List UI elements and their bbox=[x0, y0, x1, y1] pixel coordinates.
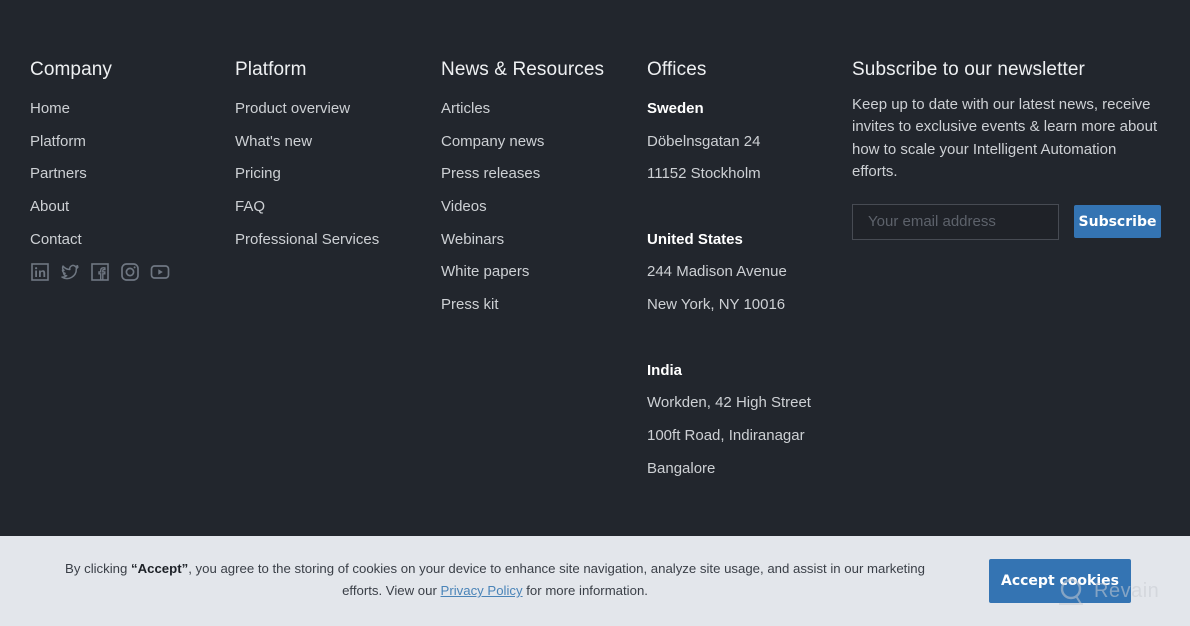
footer-link-home[interactable]: Home bbox=[30, 93, 170, 126]
office-address-line: New York, NY 10016 bbox=[647, 296, 786, 314]
platform-links: Product overview What's new Pricing FAQ … bbox=[235, 93, 379, 256]
office-country: India bbox=[647, 361, 683, 379]
youtube-icon[interactable] bbox=[150, 262, 170, 282]
cookie-text-suffix: for more information. bbox=[522, 583, 648, 598]
office-list: Sweden Döbelnsgatan 24 11152 Stockholm U… bbox=[647, 93, 811, 485]
footer-link-contact[interactable]: Contact bbox=[30, 224, 170, 257]
office-address-line: 11152 Stockholm bbox=[647, 165, 761, 183]
footer-link-press-kit[interactable]: Press kit bbox=[441, 289, 604, 322]
office-india: India Workden, 42 High Street 100ft Road… bbox=[647, 355, 811, 486]
site-footer: Company Home Platform Partners About Con… bbox=[0, 0, 1190, 536]
cookie-text-prefix: By clicking bbox=[65, 561, 132, 576]
newsletter-form: Subscribe bbox=[852, 203, 1162, 240]
footer-column-company: Company Home Platform Partners About Con… bbox=[30, 58, 170, 282]
facebook-icon[interactable] bbox=[90, 262, 110, 282]
footer-link-about[interactable]: About bbox=[30, 191, 170, 224]
newsletter-heading: Subscribe to our newsletter bbox=[852, 59, 1085, 80]
footer-link-product-overview[interactable]: Product overview bbox=[235, 93, 379, 126]
footer-link-pricing[interactable]: Pricing bbox=[235, 158, 379, 191]
column-heading: News & Resources bbox=[441, 59, 605, 80]
accept-cookies-button[interactable]: Accept cookies bbox=[989, 559, 1131, 603]
privacy-policy-link[interactable]: Privacy Policy bbox=[441, 583, 523, 598]
office-address-line: 100ft Road, Indiranagar bbox=[647, 426, 805, 444]
footer-link-company-news[interactable]: Company news bbox=[441, 126, 604, 159]
footer-column-platform: Platform Product overview What's new Pri… bbox=[235, 58, 379, 256]
footer-link-press-releases[interactable]: Press releases bbox=[441, 158, 604, 191]
news-links: Articles Company news Press releases Vid… bbox=[441, 93, 604, 322]
column-heading: Offices bbox=[647, 59, 707, 80]
cookie-banner: By clicking “Accept”, you agree to the s… bbox=[0, 536, 1190, 626]
office-united-states: United States 244 Madison Avenue New Yor… bbox=[647, 224, 811, 322]
instagram-icon[interactable] bbox=[120, 262, 140, 282]
linkedin-icon[interactable] bbox=[30, 262, 50, 282]
footer-link-white-papers[interactable]: White papers bbox=[441, 256, 604, 289]
footer-link-whats-new[interactable]: What's new bbox=[235, 126, 379, 159]
social-links bbox=[30, 262, 170, 282]
newsletter-description: Keep up to date with our latest news, re… bbox=[852, 96, 1158, 181]
company-links: Home Platform Partners About Contact bbox=[30, 93, 170, 256]
footer-link-platform[interactable]: Platform bbox=[30, 126, 170, 159]
office-country: Sweden bbox=[647, 100, 704, 117]
footer-column-offices: Offices Sweden Döbelnsgatan 24 11152 Sto… bbox=[647, 58, 811, 518]
twitter-icon[interactable] bbox=[60, 262, 80, 282]
column-heading: Company bbox=[30, 59, 113, 80]
column-heading: Platform bbox=[235, 59, 307, 80]
footer-link-partners[interactable]: Partners bbox=[30, 158, 170, 191]
office-address-line: 244 Madison Avenue bbox=[647, 263, 787, 281]
footer-link-videos[interactable]: Videos bbox=[441, 191, 604, 224]
cookie-text-accept: “Accept” bbox=[131, 561, 189, 576]
footer-link-professional-services[interactable]: Professional Services bbox=[235, 224, 379, 257]
office-address-line: Workden, 42 High Street bbox=[647, 394, 811, 412]
office-address-line: Döbelnsgatan 24 bbox=[647, 132, 761, 150]
footer-link-articles[interactable]: Articles bbox=[441, 93, 604, 126]
office-address-line: Bangalore bbox=[647, 459, 716, 477]
footer-column-newsletter: Subscribe to our newsletter Keep up to d… bbox=[852, 58, 1162, 240]
email-input[interactable] bbox=[852, 203, 1059, 240]
footer-column-news-resources: News & Resources Articles Company news P… bbox=[441, 58, 604, 322]
cookie-message: By clicking “Accept”, you agree to the s… bbox=[55, 558, 935, 602]
footer-link-webinars[interactable]: Webinars bbox=[441, 224, 604, 257]
subscribe-button[interactable]: Subscribe bbox=[1074, 205, 1161, 239]
footer-link-faq[interactable]: FAQ bbox=[235, 191, 379, 224]
office-sweden: Sweden Döbelnsgatan 24 11152 Stockholm bbox=[647, 93, 811, 191]
office-country: United States bbox=[647, 230, 743, 248]
